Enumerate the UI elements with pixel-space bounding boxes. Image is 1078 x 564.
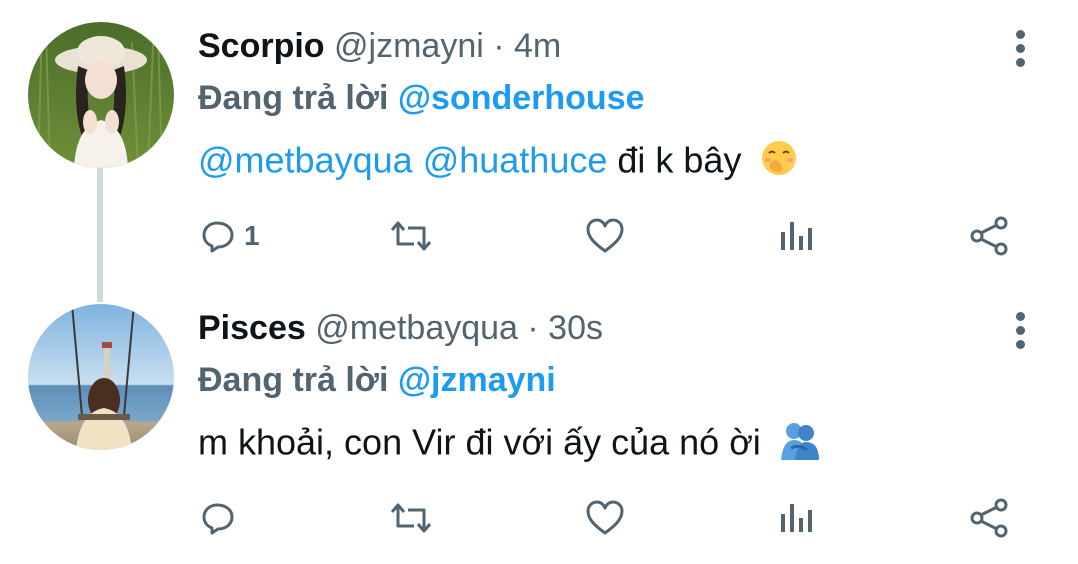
tweet-body: m khoải, con Vir đi với ấy của nó ời bbox=[198, 421, 761, 463]
tweet-header: Pisces @metbayqua · 30s bbox=[198, 308, 603, 348]
mention-link[interactable]: @metbayqua bbox=[198, 140, 413, 181]
more-vertical-icon[interactable] bbox=[1010, 28, 1032, 68]
replying-to: Đang trả lời @jzmayni bbox=[198, 360, 556, 400]
views-button[interactable] bbox=[778, 210, 814, 262]
retweet-button[interactable] bbox=[388, 492, 434, 544]
views-icon bbox=[781, 222, 812, 250]
retweet-button[interactable] bbox=[388, 210, 434, 262]
replying-to-mention[interactable]: @jzmayni bbox=[398, 361, 556, 399]
action-bar: 1 bbox=[0, 210, 1078, 262]
tweet-header: Scorpio @jzmayni · 4m bbox=[198, 26, 561, 66]
avatar[interactable] bbox=[28, 22, 174, 168]
replying-to-label: Đang trả lời bbox=[198, 79, 389, 117]
reply-button[interactable] bbox=[200, 492, 236, 544]
mention-link[interactable]: @huathuce bbox=[423, 140, 608, 181]
tweet-body: đi k bây bbox=[617, 139, 742, 181]
tweet[interactable]: Scorpio @jzmayni · 4m Đang trả lời @sond… bbox=[0, 0, 1078, 302]
reply-icon bbox=[202, 221, 234, 253]
tweet[interactable]: Pisces @metbayqua · 30s Đang trả lời @jz… bbox=[0, 282, 1078, 564]
views-button[interactable] bbox=[778, 492, 814, 544]
replying-to-mention[interactable]: @sonderhouse bbox=[398, 79, 645, 117]
share-button[interactable] bbox=[968, 210, 1010, 262]
display-name[interactable]: Pisces bbox=[198, 309, 306, 347]
reply-count: 1 bbox=[244, 220, 260, 251]
like-button[interactable] bbox=[584, 492, 626, 544]
handle-time[interactable]: @metbayqua · 30s bbox=[315, 309, 603, 347]
replying-to-label: Đang trả lời bbox=[198, 361, 389, 399]
handle-time[interactable]: @jzmayni · 4m bbox=[334, 27, 561, 65]
tweet-text: @metbayqua @huathuce đi k bây bbox=[198, 138, 799, 188]
action-bar bbox=[0, 492, 1078, 544]
like-icon bbox=[586, 500, 624, 535]
more-vertical-icon[interactable] bbox=[1010, 310, 1032, 350]
people-hugging-emoji bbox=[779, 420, 821, 470]
retweet-icon bbox=[390, 503, 432, 533]
tweet-text: m khoải, con Vir đi với ấy của nó ời bbox=[198, 420, 821, 470]
replying-to: Đang trả lời @sonderhouse bbox=[198, 78, 645, 118]
views-icon bbox=[781, 504, 812, 532]
like-button[interactable] bbox=[584, 210, 626, 262]
like-icon bbox=[586, 218, 624, 253]
share-icon bbox=[970, 498, 1008, 538]
share-button[interactable] bbox=[968, 492, 1010, 544]
avatar[interactable] bbox=[28, 304, 174, 450]
retweet-icon bbox=[390, 221, 432, 251]
display-name[interactable]: Scorpio bbox=[198, 27, 325, 65]
reply-icon bbox=[202, 503, 234, 535]
face-with-hand-over-mouth-emoji bbox=[759, 138, 799, 188]
reply-button[interactable]: 1 bbox=[200, 210, 260, 262]
share-icon bbox=[970, 216, 1008, 256]
